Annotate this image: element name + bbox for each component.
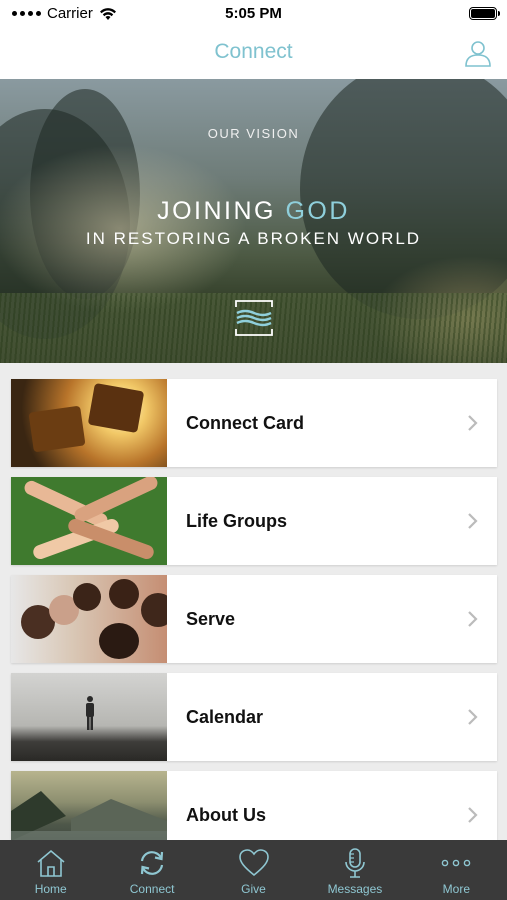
chevron-right-icon	[468, 513, 478, 529]
heart-icon	[238, 849, 269, 877]
puzzle-image	[11, 379, 167, 467]
children-image	[11, 575, 167, 663]
tab-connect[interactable]: Connect	[101, 840, 202, 900]
hands-image	[11, 477, 167, 565]
vision-subheadline: IN RESTORING A BROKEN WORLD	[85, 229, 422, 248]
sync-icon	[141, 851, 164, 875]
chevron-right-icon	[468, 611, 478, 627]
church-logo-icon	[235, 300, 273, 336]
menu-card-label: Calendar	[186, 706, 264, 727]
tab-label: Connect	[129, 882, 175, 896]
tab-home[interactable]: Home	[0, 840, 101, 900]
status-time: 5:05 PM	[225, 5, 282, 22]
chevron-right-icon	[468, 807, 478, 823]
menu-card-calendar[interactable]: Calendar	[11, 673, 497, 761]
nav-bar: Connect	[0, 28, 507, 79]
house-icon	[37, 849, 65, 877]
status-bar: Carrier 5:05 PM	[0, 0, 507, 28]
tab-more[interactable]: More	[406, 840, 507, 900]
person-on-cliff-image	[11, 673, 167, 761]
menu-card-life-groups[interactable]: Life Groups	[11, 477, 497, 565]
battery-icon	[469, 7, 500, 20]
tab-messages[interactable]: Messages	[304, 840, 405, 900]
tab-label: Home	[34, 882, 67, 896]
tab-label: Give	[241, 882, 266, 896]
menu-card-serve[interactable]: Serve	[11, 575, 497, 663]
tab-label: More	[442, 882, 470, 896]
menu-card-label: Serve	[186, 608, 236, 629]
page-title: Connect	[214, 40, 293, 63]
microphone-icon	[345, 848, 365, 878]
tab-give[interactable]: Give	[203, 840, 304, 900]
headline-accent: GOD	[285, 197, 350, 225]
headline-part1: JOINING	[157, 197, 276, 225]
person-icon[interactable]	[463, 38, 493, 68]
vision-headline: JOINING GOD	[0, 197, 507, 226]
tab-label: Messages	[327, 882, 383, 896]
menu-card-connect-card[interactable]: Connect Card	[11, 379, 497, 467]
menu-card-label: About Us	[186, 804, 266, 825]
tab-bar: Home Connect Give Messages More	[0, 840, 507, 900]
chevron-right-icon	[468, 709, 478, 725]
vision-label: OUR VISION	[207, 126, 300, 141]
more-dots-icon	[442, 859, 471, 867]
chevron-right-icon	[468, 415, 478, 431]
vision-banner[interactable]: OUR VISION JOINING GOD IN RESTORING A BR…	[0, 79, 507, 363]
menu-card-label: Life Groups	[186, 510, 288, 531]
menu-card-label: Connect Card	[186, 412, 305, 433]
